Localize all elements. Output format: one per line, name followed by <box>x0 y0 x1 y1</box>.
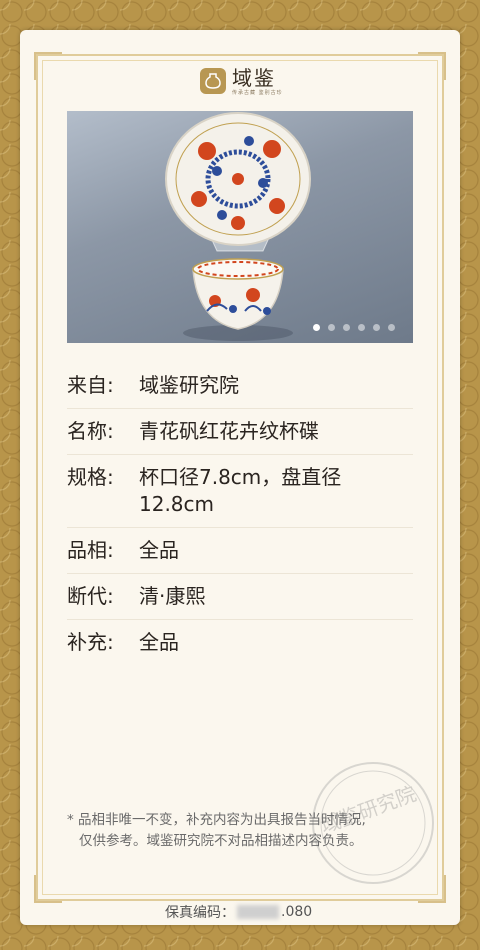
certificate-code: 保真编码： .080 <box>165 902 312 922</box>
detail-label: 补充: <box>67 630 114 654</box>
carousel-dot[interactable] <box>343 324 350 331</box>
detail-label: 品相: <box>67 538 114 562</box>
detail-row-condition: 品相: 全品 <box>67 528 413 574</box>
detail-value: 清·康熙 <box>139 584 206 608</box>
detail-label: 名称: <box>67 419 114 443</box>
brand-tagline: 传承古藏 鉴别古珍 <box>232 89 283 96</box>
carousel-dot[interactable] <box>388 324 395 331</box>
corner-ornament <box>34 52 62 80</box>
brand-logo: 域鉴 传承古藏 鉴别古珍 <box>200 65 283 97</box>
detail-label: 断代: <box>67 584 114 608</box>
detail-row-supplement: 补充: 全品 <box>67 620 413 665</box>
brand-name: 域鉴 <box>232 65 276 90</box>
disclaimer-note: * 品相非唯一不变，补充内容为出具报告当时情况, 仅供参考。域鉴研究院不对品相描… <box>67 810 417 852</box>
carousel-dot[interactable] <box>373 324 380 331</box>
porcelain-cup-saucer-image <box>165 112 311 341</box>
detail-row-name: 名称: 青花矾红花卉纹杯碟 <box>67 409 413 455</box>
corner-ornament <box>34 875 62 903</box>
detail-row-spec: 规格: 杯口径7.8cm，盘直径12.8cm <box>67 455 413 528</box>
certificate-code-suffix: .080 <box>281 904 313 920</box>
detail-value: 全品 <box>139 630 179 654</box>
product-photo[interactable] <box>67 111 413 343</box>
corner-ornament <box>418 52 446 80</box>
detail-label: 来自: <box>67 373 114 397</box>
detail-value: 全品 <box>139 538 179 562</box>
carousel-dot[interactable] <box>358 324 365 331</box>
disclaimer-line: * 品相非唯一不变，补充内容为出具报告当时情况, <box>67 812 366 828</box>
detail-value: 青花矾红花卉纹杯碟 <box>139 419 319 443</box>
carousel-dot[interactable] <box>313 324 320 331</box>
vase-logo-icon <box>200 68 226 94</box>
redacted-code <box>237 905 279 919</box>
certificate-code-label: 保真编码： <box>165 905 235 921</box>
detail-row-dating: 断代: 清·康熙 <box>67 574 413 620</box>
detail-label: 规格: <box>67 465 114 489</box>
certificate-card: 域鉴 传承古藏 鉴别古珍 来自: 域鉴研究院 名称: 青花矾红花卉纹杯碟 规格:… <box>20 30 460 925</box>
disclaimer-line: 仅供参考。域鉴研究院不对品相描述内容负责。 <box>79 833 363 849</box>
carousel-dot[interactable] <box>328 324 335 331</box>
detail-row-source: 来自: 域鉴研究院 <box>67 363 413 409</box>
detail-value: 域鉴研究院 <box>139 373 239 397</box>
detail-value: 杯口径7.8cm，盘直径12.8cm <box>139 465 342 516</box>
carousel-dots <box>313 324 395 331</box>
details-list: 来自: 域鉴研究院 名称: 青花矾红花卉纹杯碟 规格: 杯口径7.8cm，盘直径… <box>67 363 413 665</box>
